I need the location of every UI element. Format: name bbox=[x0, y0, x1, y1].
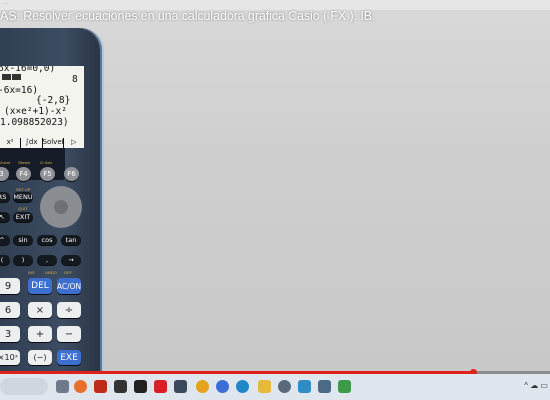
comma-key[interactable]: , bbox=[37, 255, 57, 265]
exp-key[interactable]: ×10ˣ bbox=[0, 350, 20, 365]
function-menu-bar: x² ∫dx SolveN ▷ bbox=[0, 138, 84, 148]
key-label: G-Solv bbox=[40, 160, 53, 165]
filezilla-icon[interactable] bbox=[94, 380, 107, 393]
dpad-center[interactable] bbox=[54, 200, 68, 214]
key-label: Zoom bbox=[0, 160, 11, 165]
key-label: QUIT bbox=[18, 206, 28, 211]
taskbar: ^ ☁ ▭ bbox=[0, 374, 550, 400]
screen-line: -6x=16) bbox=[0, 85, 39, 96]
f4-key[interactable]: F4 bbox=[16, 167, 31, 181]
ac-on-key[interactable]: AC/ON bbox=[57, 278, 81, 294]
status-icons bbox=[2, 67, 24, 80]
netflix-icon[interactable] bbox=[154, 380, 167, 393]
plus-key[interactable]: + bbox=[28, 326, 52, 342]
screen-line: {-2,8} bbox=[36, 95, 71, 106]
sin-key[interactable]: sin bbox=[13, 235, 33, 245]
fkey-label: x² bbox=[0, 138, 21, 148]
screen-line: 1.098852023) bbox=[0, 117, 69, 128]
close-paren-key[interactable]: ) bbox=[13, 255, 33, 265]
minus-key[interactable]: − bbox=[57, 326, 81, 342]
dpad[interactable] bbox=[40, 186, 82, 228]
screen-line: (x×e²+1)-x² bbox=[4, 106, 67, 117]
del-key[interactable]: DEL bbox=[28, 278, 52, 294]
edge-icon[interactable] bbox=[236, 380, 249, 393]
f5-key[interactable]: F5 bbox=[40, 167, 55, 181]
app-icon[interactable] bbox=[278, 380, 291, 393]
app-icon[interactable] bbox=[338, 380, 351, 393]
key-3[interactable]: 3 bbox=[0, 326, 20, 342]
tan-key[interactable]: tan bbox=[61, 235, 81, 245]
taskbar-search[interactable] bbox=[0, 378, 48, 395]
app-icon[interactable] bbox=[298, 380, 311, 393]
negative-key[interactable]: (−) bbox=[28, 350, 52, 365]
key-label: INS bbox=[28, 270, 35, 275]
fkey-label: SolveN bbox=[42, 138, 63, 148]
cos-key[interactable]: cos bbox=[37, 235, 57, 245]
video-player[interactable]: ... AS: Resolver ecuaciones en una calcu… bbox=[0, 0, 550, 372]
key-label: UNDO bbox=[45, 270, 57, 275]
app-icon[interactable] bbox=[134, 380, 147, 393]
top-strip-text: ... bbox=[3, 0, 9, 6]
f6-key[interactable]: F6 bbox=[64, 167, 79, 181]
firefox-icon[interactable] bbox=[74, 380, 87, 393]
menu-key[interactable]: MENU bbox=[13, 192, 33, 202]
key-label: Sketch bbox=[18, 160, 31, 165]
chat-icon[interactable] bbox=[114, 380, 127, 393]
multiply-key[interactable]: × bbox=[28, 302, 52, 318]
folder-icon[interactable] bbox=[258, 380, 271, 393]
key-6[interactable]: 6 bbox=[0, 302, 20, 318]
divide-key[interactable]: ÷ bbox=[57, 302, 81, 318]
arrow-key[interactable]: ↖ bbox=[0, 212, 10, 222]
browser-icon[interactable] bbox=[216, 380, 229, 393]
store-key[interactable]: → bbox=[61, 255, 81, 265]
exit-key[interactable]: EXIT bbox=[13, 212, 33, 222]
exe-key[interactable]: EXE bbox=[57, 350, 81, 365]
screen-line: 8 bbox=[72, 74, 78, 85]
fkey-label: ∫dx bbox=[21, 138, 42, 148]
open-paren-key[interactable]: ( bbox=[0, 255, 10, 265]
key-9[interactable]: 9 bbox=[0, 278, 20, 294]
system-tray[interactable]: ^ ☁ ▭ bbox=[524, 381, 548, 390]
fkey-label: ▷ bbox=[63, 138, 84, 148]
video-title: AS: Resolver ecuaciones en una calculado… bbox=[0, 9, 376, 23]
power-key[interactable]: ^ bbox=[0, 235, 10, 245]
app-icon[interactable] bbox=[318, 380, 331, 393]
taskview-icon[interactable] bbox=[56, 380, 69, 393]
vars-key[interactable]: RS bbox=[0, 192, 10, 202]
app-icon[interactable] bbox=[174, 380, 187, 393]
chrome-icon[interactable] bbox=[196, 380, 209, 393]
key-label: OFF bbox=[64, 270, 72, 275]
